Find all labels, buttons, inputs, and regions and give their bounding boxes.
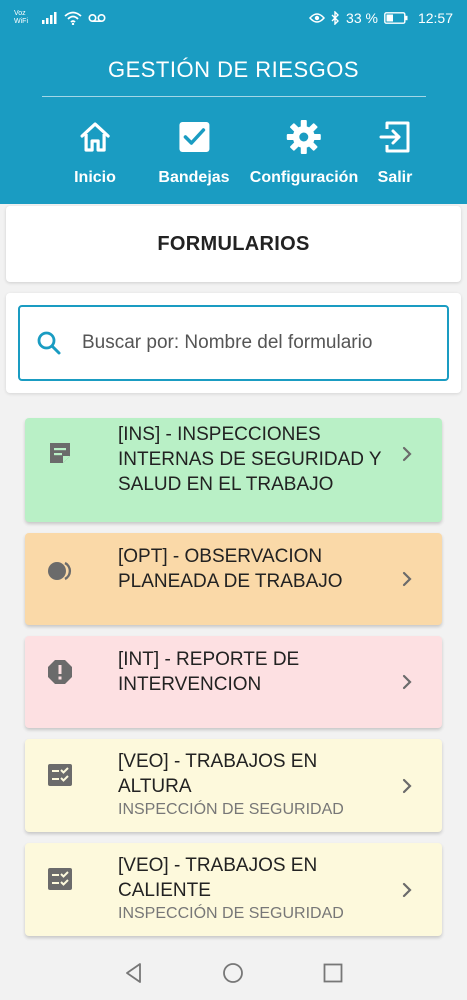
- chevron-right-icon: [402, 571, 412, 587]
- section-title: FORMULARIOS: [157, 232, 310, 255]
- nav-label-configuracion: Configuración: [249, 169, 359, 186]
- form-text: [INT] - REPORTE DE INTERVENCION: [118, 647, 383, 697]
- app-header: GESTIÓN DE RIESGOS Inicio Bandejas Confi…: [0, 35, 467, 204]
- logout-icon: [379, 121, 410, 153]
- nav-label-salir: Salir: [377, 169, 413, 186]
- nav-item-configuracion[interactable]: Configuración: [250, 119, 358, 187]
- form-title: [VEO] - TRABAJOS EN ALTURA: [118, 751, 318, 797]
- eye-icon: [309, 12, 326, 23]
- form-item-int[interactable]: [INT] - REPORTE DE INTERVENCION: [25, 636, 442, 728]
- checklist-icon: [48, 764, 72, 786]
- search-input[interactable]: [82, 332, 442, 354]
- form-subtitle: INSPECCIÓN DE SEGURIDAD: [118, 801, 344, 818]
- form-title: [INT] - REPORTE DE INTERVENCION: [118, 649, 300, 695]
- carrier-line1: Voz: [14, 9, 26, 17]
- status-bar: Voz WiFi 33 % 12:57: [0, 0, 467, 35]
- form-list: [INS] - INSPECCIONES INTERNAS DE SEGURID…: [25, 418, 442, 947]
- gear-icon: [287, 120, 321, 154]
- nav-label-inicio: Inicio: [74, 169, 116, 186]
- note-icon: [50, 443, 70, 463]
- form-title: [VEO] - TRABAJOS EN CALIENTE: [118, 855, 318, 901]
- search-card: [6, 293, 461, 393]
- back-icon[interactable]: [123, 962, 145, 984]
- search-box[interactable]: [18, 305, 449, 381]
- form-text: [VEO] - TRABAJOS EN ALTURA INSPECCIÓN DE…: [118, 749, 383, 821]
- wifi-icon: [64, 11, 82, 25]
- form-item-ins[interactable]: [INS] - INSPECCIONES INTERNAS DE SEGURID…: [25, 418, 442, 522]
- clock: 12:57: [417, 9, 453, 26]
- checklist-icon: [48, 868, 72, 890]
- chevron-right-icon: [402, 882, 412, 898]
- chevron-right-icon: [402, 674, 412, 690]
- form-text: [OPT] - OBSERVACION PLANEADA DE TRABAJO: [118, 544, 383, 594]
- bluetooth-icon: [331, 10, 340, 25]
- nav-item-inicio[interactable]: Inicio: [74, 119, 116, 187]
- home-icon: [80, 122, 110, 152]
- form-text: [INS] - INSPECCIONES INTERNAS DE SEGURID…: [118, 422, 383, 497]
- chevron-right-icon: [402, 446, 412, 462]
- carrier-line2: WiFi: [14, 17, 28, 25]
- chevron-right-icon: [402, 778, 412, 794]
- section-header-card: FORMULARIOS: [6, 206, 461, 282]
- status-left: Voz WiFi: [14, 10, 106, 26]
- form-title: [INS] - INSPECCIONES INTERNAS DE SEGURID…: [118, 424, 382, 495]
- battery-percent: 33 %: [346, 9, 378, 26]
- app-title: GESTIÓN DE RIESGOS: [107, 57, 360, 82]
- checkbox-icon: [178, 122, 209, 152]
- nav-item-bandejas[interactable]: Bandejas: [158, 119, 230, 187]
- toggle-icon: [48, 561, 72, 581]
- nav-item-salir[interactable]: Salir: [377, 119, 413, 187]
- form-subtitle: INSPECCIÓN DE SEGURIDAD: [118, 905, 344, 922]
- form-title: [OPT] - OBSERVACION PLANEADA DE TRABAJO: [118, 546, 343, 592]
- form-item-opt[interactable]: [OPT] - OBSERVACION PLANEADA DE TRABAJO: [25, 533, 442, 625]
- form-item-veo-caliente[interactable]: [VEO] - TRABAJOS EN CALIENTE INSPECCIÓN …: [25, 843, 442, 936]
- signal-icon: [42, 11, 57, 24]
- volte-indicator: Voz WiFi: [14, 10, 36, 26]
- form-item-veo-altura[interactable]: [VEO] - TRABAJOS EN ALTURA INSPECCIÓN DE…: [25, 739, 442, 832]
- home-nav-icon[interactable]: [222, 962, 244, 984]
- status-right: 33 % 12:57: [309, 10, 453, 26]
- form-text: [VEO] - TRABAJOS EN CALIENTE INSPECCIÓN …: [118, 853, 383, 925]
- alert-octagon-icon: [48, 660, 72, 684]
- battery-icon: [384, 11, 408, 24]
- voicemail-icon: [88, 13, 106, 22]
- header-divider: [42, 96, 426, 97]
- nav-label-bandejas: Bandejas: [158, 169, 230, 186]
- system-nav-bar: [0, 946, 467, 1000]
- recents-icon[interactable]: [322, 962, 344, 984]
- top-nav: Inicio Bandejas Configuración Salir: [0, 119, 467, 195]
- search-icon: [37, 331, 61, 355]
